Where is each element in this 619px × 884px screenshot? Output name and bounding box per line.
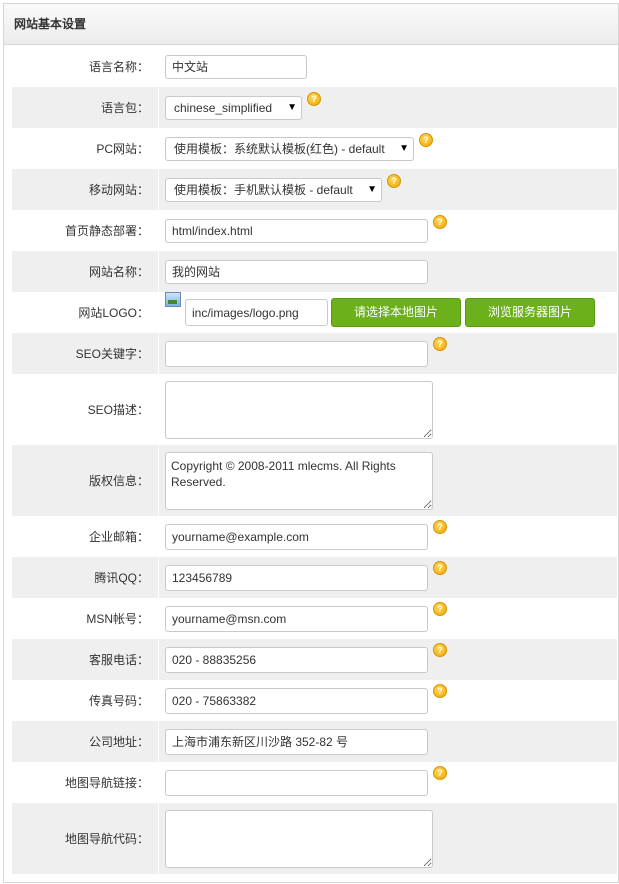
address-input[interactable] [165,728,428,755]
help-icon[interactable]: ? [433,642,447,657]
help-icon[interactable]: ? [433,601,447,616]
row-pc-site: PC网站： 使用模板：系统默认模板(红色) - default ▼? [12,128,617,169]
chevron-down-icon: ▼ [287,101,297,113]
label-qq: 腾讯QQ： [12,557,159,598]
language-name-input[interactable] [165,54,307,79]
label-home-static: 首页静态部署： [64,224,149,238]
row-mobile-site: 移动网站： 使用模板：手机默认模板 - default ▼? [12,169,617,210]
email-input[interactable] [165,523,428,550]
label-seo-keywords: SEO关键字： [12,333,159,374]
qq-input[interactable] [165,564,428,591]
label-map-code: 地图导航代码： [12,803,159,874]
label-copyright: 版权信息： [12,445,159,516]
panel-title: 网站基本设置 [4,4,618,45]
pc-site-select[interactable]: 使用模板：系统默认模板(红色) - default ▼ [165,136,414,161]
choose-local-image-button[interactable]: 请选择本地图片 [331,298,462,327]
help-icon[interactable]: ? [387,173,401,188]
row-site-logo: 网站LOGO： 请选择本地图片浏览服务器图片 [12,292,617,333]
label-msn: MSN帐号： [86,612,149,626]
label-site-logo: 网站LOGO： [78,306,149,320]
language-pack-select[interactable]: chinese_simplified ▼ [165,95,302,120]
help-icon[interactable]: ? [433,560,447,575]
row-language-name: 语言名称： [12,46,617,87]
site-name-input[interactable] [165,259,428,284]
row-email: 企业邮箱： ? [12,516,617,557]
label-email: 企业邮箱： [88,530,149,544]
help-icon[interactable]: ? [433,214,447,229]
label-site-name: 网站名称： [12,251,159,292]
help-icon[interactable]: ? [433,519,447,534]
row-address: 公司地址： [12,721,617,762]
label-address: 公司地址： [12,721,159,762]
logo-path-input[interactable] [185,299,328,326]
map-link-input[interactable] [165,769,428,796]
seo-desc-textarea[interactable] [165,380,433,439]
row-msn: MSN帐号： ? [12,598,617,639]
help-icon[interactable]: ? [419,132,433,147]
row-copyright: 版权信息： Copyright © 2008-2011 mlecms. All … [12,445,617,516]
help-icon[interactable]: ? [433,336,447,351]
map-code-textarea[interactable] [165,809,433,868]
row-seo-keywords: SEO关键字： ? [12,333,617,374]
row-qq: 腾讯QQ： ? [12,557,617,598]
copyright-textarea[interactable]: Copyright © 2008-2011 mlecms. All Rights… [165,451,433,510]
row-seo-desc: SEO描述： [12,374,617,445]
label-seo-desc: SEO描述： [87,403,149,417]
row-map-link: 地图导航链接： ? [12,762,617,803]
settings-form: 语言名称： 语言包： chinese_simplified▼? PC网站： 使用… [12,46,617,874]
seo-keywords-input[interactable] [165,340,428,367]
phone-input[interactable] [165,646,428,673]
home-static-input[interactable] [165,218,428,243]
help-icon[interactable]: ? [433,683,447,698]
row-fax: 传真号码： ? [12,680,617,721]
row-phone: 客服电话： ? [12,639,617,680]
label-pc-site: PC网站： [96,142,149,156]
msn-input[interactable] [165,605,428,632]
label-phone: 客服电话： [12,639,159,680]
fax-input[interactable] [165,687,428,714]
row-language-pack: 语言包： chinese_simplified ▼? [12,87,617,128]
help-icon[interactable]: ? [433,765,447,780]
help-icon[interactable]: ? [307,91,321,106]
row-home-static: 首页静态部署： ? [12,210,617,251]
row-map-code: 地图导航代码： [12,803,617,874]
label-mobile-site: 移动网站： [12,169,159,210]
row-site-name: 网站名称： [12,251,617,292]
label-language-pack: 语言包： [12,87,159,128]
chevron-down-icon: ▼ [399,142,409,154]
chevron-down-icon: ▼ [367,183,377,195]
label-fax: 传真号码： [88,694,149,708]
browse-server-image-button[interactable]: 浏览服务器图片 [465,298,596,327]
label-language-name: 语言名称： [88,60,149,74]
mobile-site-select[interactable]: 使用模板：手机默认模板 - default ▼ [165,177,382,202]
label-map-link: 地图导航链接： [64,776,149,790]
image-icon [165,292,181,307]
